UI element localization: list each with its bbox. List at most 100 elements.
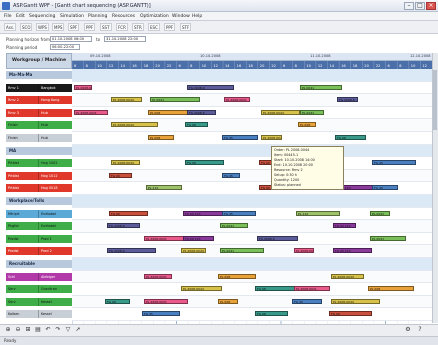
resource-label[interactable]: Finish Hub: [6, 134, 72, 142]
order-bar[interactable]: FG 08: [255, 311, 288, 317]
resource-label[interactable]: Kolben Kessel: [6, 310, 72, 319]
order-bar[interactable]: PL 2008-0044: [261, 135, 282, 140]
order-bar[interactable]: PL 2008-0044: [181, 248, 206, 254]
order-bar[interactable]: FG 45: [372, 160, 416, 166]
resource-label[interactable]: Mtrlprt Endtobel: [6, 209, 72, 218]
order-bar[interactable]: FG 00 123: [333, 223, 356, 229]
order-bar[interactable]: PL 2008-0021: [294, 286, 330, 292]
order-bar[interactable]: FG 45: [142, 311, 180, 317]
resource-label[interactable]: Rmv 1 Bangkok: [6, 83, 72, 92]
order-bar[interactable]: FG 45: [372, 185, 398, 191]
order-bar[interactable]: FG 45: [222, 135, 258, 140]
maximize-button[interactable]: □: [415, 2, 425, 10]
menu-edit[interactable]: Edit: [16, 14, 25, 19]
toolbar-button-3[interactable]: WPS: [36, 23, 49, 31]
toolbar-button-4[interactable]: MPS: [52, 23, 65, 31]
order-bar[interactable]: PL 008: [148, 135, 174, 140]
resource-label[interactable]: Prtblst Hog 1002: [6, 159, 72, 168]
order-bar[interactable]: FG 08: [185, 160, 224, 166]
order-bar[interactable]: PL 0041: [220, 223, 248, 229]
group-row[interactable]: Ma-Ma-Ma: [6, 71, 438, 79]
resource-label[interactable]: Prodst Prod 1: [6, 234, 72, 243]
order-bar[interactable]: FG 2008-6: [257, 235, 298, 241]
order-bar[interactable]: FG 00: [109, 210, 148, 216]
order-bar[interactable]: PL 2008-0044: [111, 160, 140, 166]
planning-horizon-to-field[interactable]: 31.10.2008 22:00: [104, 36, 146, 42]
redo-icon[interactable]: ↷: [54, 326, 62, 334]
toolbar-button-1[interactable]: Ass.: [4, 23, 17, 31]
resource-label[interactable]: Prtblst Hog 0018: [6, 184, 72, 193]
resource-label[interactable]: Serv Kessel: [6, 297, 72, 306]
order-bar[interactable]: FG 2008-6: [187, 109, 216, 115]
menu-help[interactable]: Help: [192, 14, 202, 19]
help-icon[interactable]: ?: [416, 326, 424, 334]
group-row[interactable]: Recruitable: [6, 260, 438, 268]
zoom-out-icon[interactable]: ⊖: [14, 326, 22, 334]
toolbar-button-2[interactable]: SCO: [20, 23, 33, 31]
order-bar[interactable]: PL 2008-0044: [331, 298, 380, 304]
resource-label[interactable]: Rmv 2 Hong Kong: [6, 96, 72, 105]
zoom-in-icon[interactable]: ⊕: [4, 326, 12, 334]
order-bar[interactable]: FG 08: [105, 298, 130, 304]
scrollbar-thumb[interactable]: [433, 70, 437, 130]
order-bar[interactable]: FG 45: [292, 298, 322, 304]
planning-period-field[interactable]: 06:00-22:00: [50, 44, 80, 50]
menu-planning[interactable]: Planning: [88, 14, 107, 19]
order-bar[interactable]: FG 45: [222, 210, 256, 216]
close-button[interactable]: ×: [426, 2, 436, 10]
order-bar[interactable]: FG 2008-6: [187, 84, 234, 90]
toolbar-button-10[interactable]: ESC: [148, 23, 160, 31]
order-bar[interactable]: PL 2008-0021: [74, 84, 92, 90]
resource-label[interactable]: Prtblst Hog 1012: [6, 171, 72, 180]
print-icon[interactable]: ▤: [34, 326, 42, 334]
toolbar-button-12[interactable]: STF: [180, 23, 192, 31]
pointer-icon[interactable]: ➚: [74, 326, 82, 334]
planning-horizon-from-field[interactable]: 01.10.2008 06:00: [50, 36, 92, 42]
menu-file[interactable]: File: [4, 14, 12, 19]
resource-label[interactable]: Rmv 3 Hub: [6, 108, 72, 117]
order-bar[interactable]: PL 0041: [300, 109, 324, 115]
menu-resources[interactable]: Resources: [112, 14, 135, 19]
order-bar[interactable]: PL 2008-0044: [181, 286, 222, 292]
undo-icon[interactable]: ↶: [44, 326, 52, 334]
resource-label[interactable]: Pkgtbl Endtobel: [6, 222, 72, 231]
menu-window[interactable]: Window: [172, 14, 190, 19]
order-bar[interactable]: FG 00 123: [333, 248, 372, 254]
group-row[interactable]: Workplace/Tolls: [6, 197, 438, 205]
fit-icon[interactable]: ⊞: [24, 326, 32, 334]
order-bar[interactable]: PL 008: [298, 122, 316, 128]
order-bar[interactable]: PL 008: [218, 273, 256, 279]
filter-icon[interactable]: ▽: [64, 326, 72, 334]
order-bar[interactable]: PL 2008-0021: [144, 273, 172, 279]
order-bar[interactable]: PL 008: [218, 298, 238, 304]
toolbar-button-6[interactable]: PPF: [84, 23, 96, 31]
resource-label[interactable]: Finish Hub: [6, 121, 72, 130]
toolbar-button-7[interactable]: SST: [100, 23, 112, 31]
order-bar[interactable]: FG 00: [109, 172, 132, 178]
order-bar[interactable]: PL 2008-0021: [294, 248, 314, 254]
minimize-button[interactable]: –: [404, 2, 414, 10]
order-bar[interactable]: PL 2008-0044: [111, 97, 142, 103]
order-bar[interactable]: PL 0041: [220, 248, 264, 254]
order-bar[interactable]: FG 00 123: [183, 235, 214, 241]
order-bar[interactable]: FG 00: [329, 311, 372, 317]
order-bar[interactable]: PL 2008-0021: [224, 97, 250, 103]
order-bar[interactable]: PL 0041: [370, 235, 406, 241]
order-bar[interactable]: PL 0041: [300, 84, 342, 90]
order-bar[interactable]: FG 08: [335, 135, 366, 140]
resource-label[interactable]: Prodst Prod 2: [6, 247, 72, 256]
settings-icon[interactable]: ⚙: [404, 326, 412, 334]
order-bar[interactable]: FG 2008-6: [107, 248, 156, 254]
order-bar[interactable]: PL 2008-0044: [261, 109, 300, 115]
toolbar-button-8[interactable]: FCR: [116, 23, 128, 31]
order-bar[interactable]: PL 2008-0044: [331, 273, 364, 279]
order-bar[interactable]: FG 45: [222, 172, 240, 178]
order-bar[interactable]: PL 0041: [370, 210, 390, 216]
order-bar[interactable]: PL 112: [296, 210, 340, 216]
order-bar[interactable]: FG 2008-6: [107, 223, 140, 229]
order-bar[interactable]: PL 2008-0021: [74, 109, 108, 115]
order-bar[interactable]: PL 008: [148, 109, 192, 115]
resource-label[interactable]: Schl Abfolger: [6, 272, 72, 281]
menu-optimization[interactable]: Optimization: [140, 14, 169, 19]
menu-simulation[interactable]: Simulation: [60, 14, 84, 19]
